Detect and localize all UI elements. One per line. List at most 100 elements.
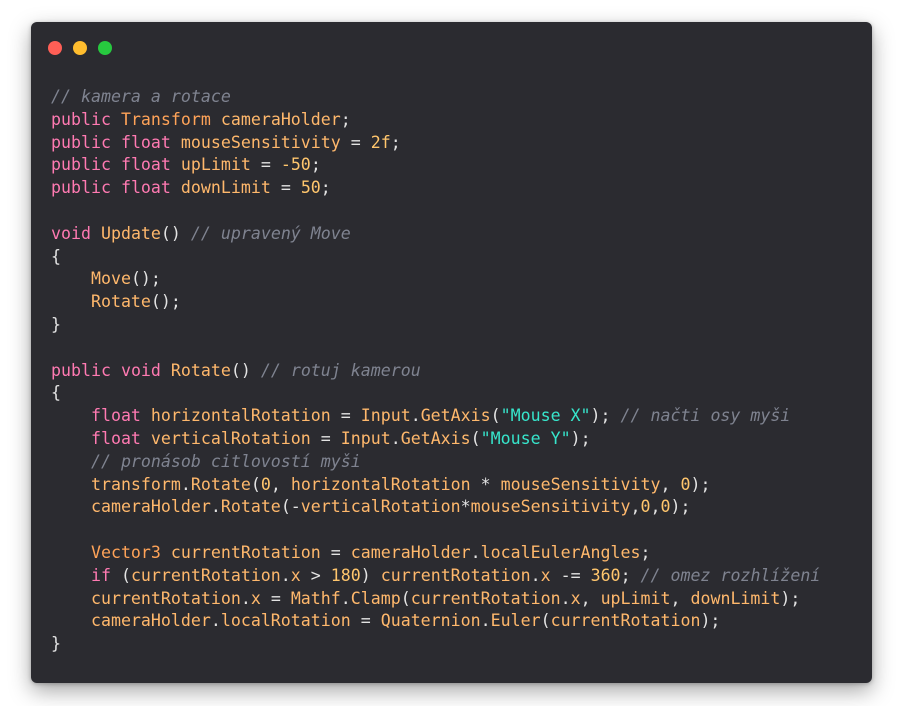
code-token: = — [350, 611, 381, 631]
minimize-dot-icon[interactable] — [73, 41, 87, 55]
code-token: Input — [340, 428, 391, 448]
code-token: upLimit — [600, 588, 671, 608]
code-token: currentRotation — [170, 542, 321, 562]
code-token: localRotation — [220, 611, 351, 631]
code-token: . — [480, 611, 491, 631]
code-token: localEulerAngles — [480, 542, 641, 562]
code-token: ; — [340, 109, 351, 129]
code-token: GetAxis — [400, 428, 471, 448]
code-token: Vector3 — [90, 542, 161, 562]
code-line: cameraHolder.localRotation = Quaternion.… — [51, 610, 820, 633]
maximize-dot-icon[interactable] — [98, 41, 112, 55]
code-token: // načti osy myši — [620, 406, 791, 426]
code-token: // upravený Move — [190, 223, 351, 243]
code-token: (); — [150, 292, 181, 312]
code-token: float — [120, 132, 171, 152]
code-token: ( — [400, 588, 411, 608]
code-token: = — [330, 406, 361, 426]
code-line: // kamera a rotace — [51, 86, 820, 109]
code-line: public float mouseSensitivity = 2f; — [51, 132, 820, 155]
code-token: . — [390, 428, 401, 448]
code-token: Rotate — [220, 497, 281, 517]
code-token: downLimit — [690, 588, 781, 608]
code-token: x — [540, 565, 551, 585]
code-line: } — [51, 633, 820, 656]
code-token: ); — [590, 406, 621, 426]
code-line: void Update() // upravený Move — [51, 223, 820, 246]
code-token: ); — [780, 588, 801, 608]
code-token: GetAxis — [420, 406, 491, 426]
code-token: mouseSensitivity — [470, 497, 631, 517]
code-token: } — [51, 634, 61, 654]
code-token: // kamera a rotace — [51, 87, 231, 106]
code-token: . — [410, 406, 421, 426]
code-token: horizontalRotation — [290, 474, 471, 494]
code-token: > — [300, 565, 331, 585]
code-token: 0 — [660, 497, 671, 517]
code-line: transform.Rotate(0, horizontalRotation *… — [51, 474, 820, 497]
code-token: , — [670, 588, 691, 608]
code-token: { — [51, 383, 61, 403]
code-line: Move(); — [51, 268, 820, 291]
code-token: x — [250, 588, 261, 608]
code-token: Transform — [120, 109, 211, 129]
code-token: Clamp — [350, 588, 401, 608]
code-token: = — [270, 178, 301, 198]
code-token: public — [51, 109, 111, 129]
code-token: ); — [670, 497, 691, 517]
code-token: "Mouse Y" — [480, 428, 571, 448]
code-token: (- — [280, 497, 301, 517]
code-token: ); — [570, 428, 591, 448]
code-token: 2f — [370, 132, 391, 152]
code-token: ; — [320, 178, 331, 198]
code-token: () — [230, 360, 261, 380]
code-token: . — [470, 542, 481, 562]
code-token: -50 — [280, 155, 311, 175]
code-token: , — [270, 474, 291, 494]
code-line: cameraHolder.Rotate(-verticalRotation*mo… — [51, 496, 820, 519]
code-token: ); — [690, 474, 711, 494]
close-dot-icon[interactable] — [48, 41, 62, 55]
code-token: Update — [100, 223, 161, 243]
code-token: , — [650, 497, 661, 517]
code-token: () — [160, 223, 191, 243]
code-token: * — [470, 474, 501, 494]
code-token: cameraHolder — [350, 542, 471, 562]
code-token: , — [630, 497, 641, 517]
code-token: cameraHolder — [90, 497, 211, 517]
code-token: void — [120, 360, 161, 380]
code-line: // pronásob citlovostí myši — [51, 451, 820, 474]
code-line: Vector3 currentRotation = cameraHolder.l… — [51, 542, 820, 565]
code-token: ) — [360, 565, 381, 585]
code-line: } — [51, 314, 820, 337]
code-token: float — [120, 178, 171, 198]
code-token: . — [210, 497, 221, 517]
code-token: Input — [360, 406, 411, 426]
code-token: 0 — [260, 474, 271, 494]
code-token: . — [210, 611, 221, 631]
code-token: currentRotation — [130, 565, 281, 585]
code-token: currentRotation — [550, 611, 701, 631]
code-window: // kamera a rotace public Transform camer… — [31, 22, 872, 683]
code-token: ; — [620, 565, 641, 585]
code-token: . — [240, 588, 251, 608]
code-token: (); — [130, 269, 161, 289]
code-token: float — [90, 428, 141, 448]
code-token: Move — [90, 269, 131, 289]
code-token: // pronásob citlovostí myši — [90, 451, 361, 471]
code-block: // kamera a rotace public Transform camer… — [51, 86, 820, 656]
